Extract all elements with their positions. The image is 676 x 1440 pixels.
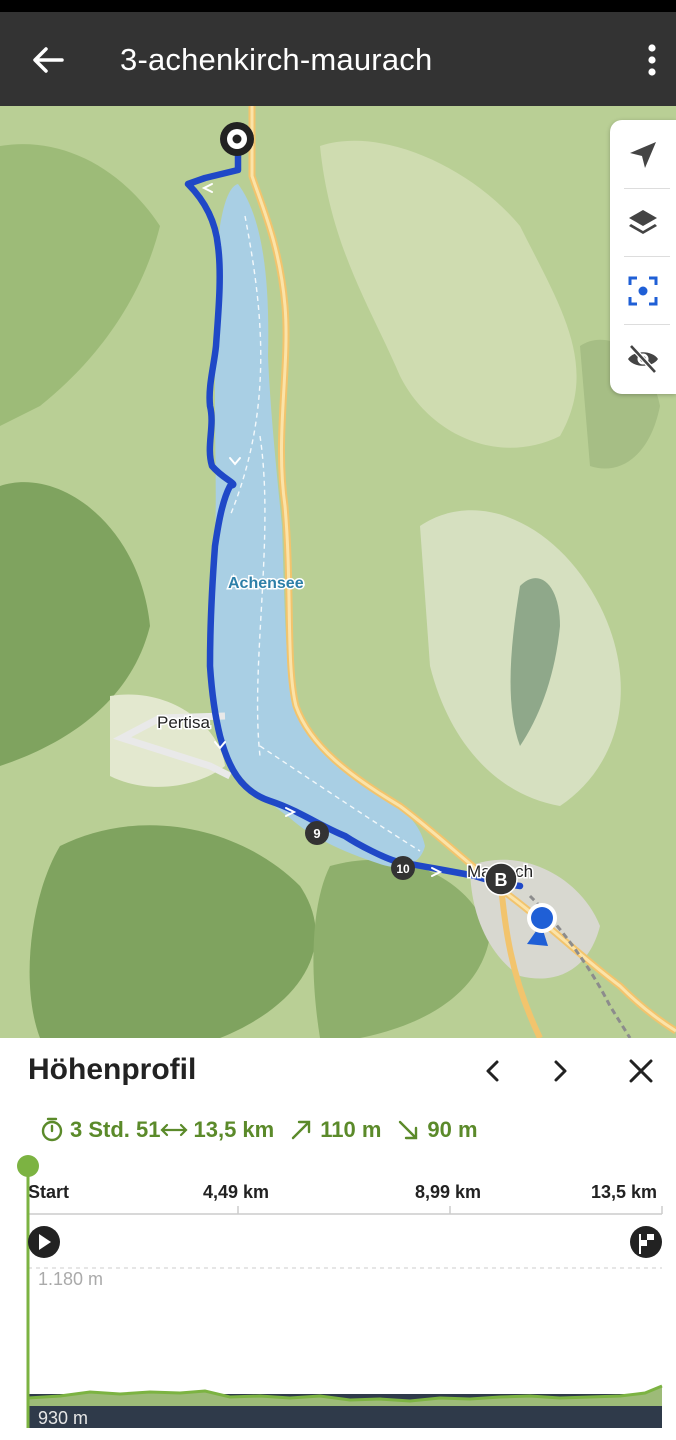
page-title: 3-achenkirch-maurach (120, 42, 433, 77)
duration-value: 3 Std. 51 (70, 1117, 161, 1142)
svg-text:9: 9 (313, 826, 320, 841)
navigation-arrow-icon[interactable] (610, 122, 676, 188)
descent-value: 90 m (427, 1117, 478, 1142)
y-axis-max-label: 1.180 m (38, 1269, 103, 1289)
waypoint-9-marker[interactable]: 9 (305, 821, 329, 845)
route-start-marker[interactable] (220, 122, 254, 156)
more-vertical-icon[interactable] (640, 42, 664, 78)
stat-ascent: 110 m (290, 1117, 381, 1143)
layers-icon[interactable] (610, 190, 676, 256)
route-stats: 3 Std. 51 13,5 km 110 m 90 m (40, 1114, 478, 1146)
marker-b[interactable]: B (484, 862, 518, 896)
status-bar (0, 0, 676, 12)
map-view[interactable]: Achensee Pertisa Maurach 9 10 B (0, 106, 676, 1038)
place-label-pertisau: Pertisa (157, 713, 210, 732)
stat-duration: 3 Std. 51 (40, 1117, 160, 1143)
finish-flag-icon (630, 1226, 662, 1258)
ascent-value: 110 m (320, 1117, 382, 1142)
panel-title: Höhenprofil (28, 1053, 197, 1086)
eye-off-icon[interactable] (610, 326, 676, 392)
waypoint-10-marker[interactable]: 10 (391, 856, 415, 880)
focus-center-icon[interactable] (610, 258, 676, 324)
distance-arrows-icon (160, 1123, 189, 1137)
play-icon (28, 1226, 60, 1258)
close-icon[interactable] (624, 1054, 658, 1088)
stopwatch-icon (41, 1117, 63, 1142)
lake-label: Achensee (228, 575, 304, 592)
y-axis-min-label: 930 m (38, 1408, 88, 1428)
profile-cursor-handle[interactable] (17, 1155, 39, 1177)
svg-text:10: 10 (396, 862, 410, 876)
arrow-left-icon[interactable] (28, 40, 68, 80)
chevron-right-icon[interactable] (543, 1054, 577, 1088)
svg-text:B: B (495, 870, 508, 890)
elevation-profile-chart[interactable]: 1.180 m 930 m (0, 1150, 676, 1440)
app-bar: 3-achenkirch-maurach (0, 12, 676, 106)
descent-arrow-icon (399, 1120, 418, 1140)
map-controls (610, 120, 676, 394)
distance-value: 13,5 km (193, 1117, 275, 1142)
stat-distance: 13,5 km (160, 1117, 274, 1143)
chevron-left-icon[interactable] (476, 1054, 510, 1088)
ascent-arrow-icon (292, 1120, 311, 1140)
stat-descent: 90 m (397, 1117, 478, 1143)
